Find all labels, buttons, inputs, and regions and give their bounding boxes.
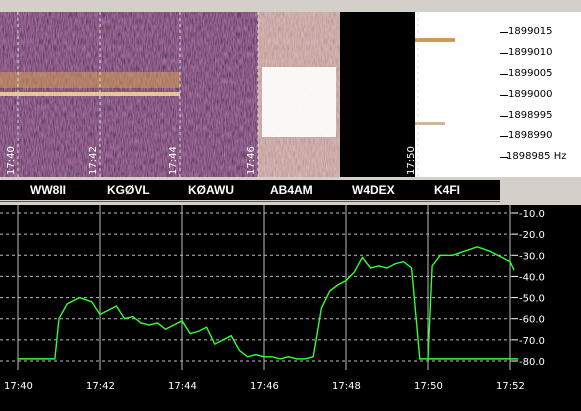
y-tick-label: -70.0 xyxy=(519,336,545,347)
freq-tick xyxy=(500,116,508,117)
x-tick-label: 17:52 xyxy=(496,381,525,392)
freq-tick xyxy=(500,53,508,54)
x-tick-label: 17:44 xyxy=(168,381,197,392)
waterfall-time-label: 17:40 xyxy=(6,146,17,175)
callsign-label: KØAWU xyxy=(188,183,234,197)
x-tick-label: 17:48 xyxy=(332,381,361,392)
signal-line xyxy=(18,256,519,360)
freq-label: 1898995 xyxy=(508,110,553,121)
callsign-label: W4DEX xyxy=(352,183,395,197)
x-tick-label: 17:42 xyxy=(86,381,115,392)
freq-label: 1898990 xyxy=(508,130,553,141)
freq-label: 1899015 xyxy=(508,26,553,37)
callsign-label: WW8II xyxy=(30,183,66,197)
y-tick-label: -30.0 xyxy=(519,251,545,262)
freq-label: 1898985 Hz xyxy=(506,151,567,162)
callsign-label: K4FI xyxy=(434,183,461,197)
y-tick-label: -20.0 xyxy=(519,230,545,241)
freq-tick xyxy=(500,136,508,137)
callsign-label: KGØVL xyxy=(107,183,150,197)
divider xyxy=(0,201,500,202)
y-tick-label: -80.0 xyxy=(519,357,545,368)
freq-tick xyxy=(500,95,508,96)
y-tick-label: -60.0 xyxy=(519,315,545,326)
x-tick-label: 17:50 xyxy=(414,381,443,392)
freq-label: 1899010 xyxy=(508,47,553,58)
waterfall-time-label: 17:44 xyxy=(168,146,179,175)
right-panel xyxy=(548,205,581,411)
y-tick-label: -50.0 xyxy=(519,294,545,305)
x-tick-label: 17:46 xyxy=(250,381,279,392)
callsign-label: AB4AM xyxy=(270,183,313,197)
signal-chart: -10.0 -20.0 -30.0 -40.0 -50.0 -60.0 -70.0 -80.0… xyxy=(0,205,545,392)
callsign-bar: WW8II KGØVL KØAWU AB4AM W4DEX K4FI xyxy=(0,180,500,200)
waterfall-time-label: 17:50 xyxy=(406,146,417,175)
signal-line-segment xyxy=(427,246,515,359)
y-tick-label: -10.0 xyxy=(519,209,545,220)
waterfall-time-label: 17:42 xyxy=(88,146,99,175)
freq-tick xyxy=(500,74,508,75)
frequency-scale: 1899015 1899010 1899005 1899000 1898995 … xyxy=(500,12,581,177)
freq-tick xyxy=(500,32,508,33)
signal-strength-plot: -10.0 -20.0 -30.0 -40.0 -50.0 -60.0 -70.0 -80.0… xyxy=(0,205,548,411)
x-tick-label: 17:40 xyxy=(4,381,33,392)
waterfall-display: 17:40 17:42 17:44 17:46 17:50 xyxy=(0,12,500,177)
freq-label: 1899005 xyxy=(508,68,553,79)
y-tick-label: -40.0 xyxy=(519,272,545,283)
waterfall-time-label: 17:46 xyxy=(246,146,257,175)
freq-label: 1899000 xyxy=(508,89,553,100)
